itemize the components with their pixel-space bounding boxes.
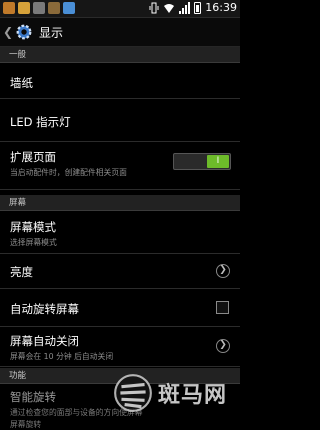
setting-title: 亮度 xyxy=(10,265,33,279)
page-title: 显示 xyxy=(39,25,64,40)
auto-rotate-checkbox[interactable] xyxy=(216,301,229,314)
setting-auto-rotate[interactable]: 自动旋转屏幕 xyxy=(0,289,240,327)
setting-screen-timeout[interactable]: 屏幕自动关闭 屏幕会在 10 分钟 后自动关闭 ❯ xyxy=(0,327,240,367)
setting-extended-page[interactable]: 扩展页面 当启动配件时，创建配件相关页面 I xyxy=(0,142,240,190)
status-bar: 16:39 xyxy=(0,0,240,18)
wifi-icon xyxy=(164,3,175,13)
setting-title: 墙纸 xyxy=(10,76,33,90)
setting-title: 屏幕自动关闭 xyxy=(10,334,79,348)
setting-wallpaper[interactable]: 墙纸 xyxy=(0,63,240,99)
notification-icon xyxy=(48,2,60,14)
vibrate-icon xyxy=(149,2,159,13)
section-header-general: 一般 xyxy=(0,47,240,63)
setting-led-indicator[interactable]: LED 指示灯 xyxy=(0,99,240,142)
watermark: 斑马网 xyxy=(112,369,234,417)
notification-icon xyxy=(63,2,75,14)
settings-gear-icon[interactable] xyxy=(15,23,33,41)
setting-subtitle-line2: 屏幕旋转 xyxy=(10,420,42,429)
setting-title: 自动旋转屏幕 xyxy=(10,302,79,316)
extended-page-toggle[interactable]: I xyxy=(173,153,231,170)
zebra-logo-icon xyxy=(114,374,152,412)
chevron-right-icon: ❯ xyxy=(216,339,230,353)
section-header-screen: 屏幕 xyxy=(0,195,240,211)
action-bar: ❮ 显示 xyxy=(0,18,240,47)
setting-subtitle: 选择屏幕模式 xyxy=(10,238,57,247)
setting-title: LED 指示灯 xyxy=(10,115,71,129)
notification-icon xyxy=(33,2,45,14)
toggle-knob: I xyxy=(207,155,229,168)
setting-screen-mode[interactable]: 屏幕模式 选择屏幕模式 xyxy=(0,211,240,254)
setting-brightness[interactable]: 亮度 ❯ xyxy=(0,254,240,289)
watermark-text: 斑马网 xyxy=(158,383,228,408)
signal-icon xyxy=(179,1,191,14)
back-arrow-icon[interactable]: ❮ xyxy=(3,25,13,39)
chevron-right-icon: ❯ xyxy=(216,264,230,278)
status-time: 16:39 xyxy=(205,1,237,14)
notification-icons xyxy=(3,2,75,14)
setting-subtitle: 屏幕会在 10 分钟 后自动关闭 xyxy=(10,352,114,361)
notification-icon xyxy=(18,2,30,14)
notification-icon xyxy=(3,2,15,14)
setting-title: 屏幕模式 xyxy=(10,220,56,234)
battery-icon xyxy=(194,1,202,14)
